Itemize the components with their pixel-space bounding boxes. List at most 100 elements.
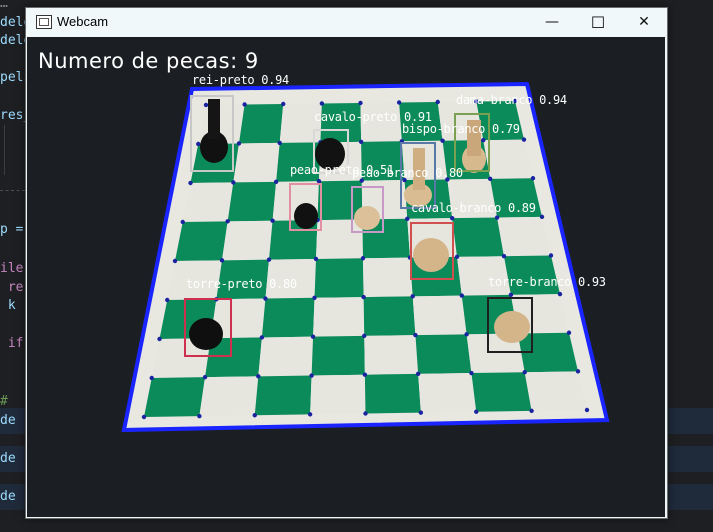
webcam-window[interactable]: Webcam — ☐ ✕ Numero de pecas: 9 rei-pret… (25, 7, 668, 519)
grid-corner-dot (454, 254, 460, 260)
code-line: de (0, 451, 16, 466)
piece-peao-preto (294, 203, 318, 229)
grid-corner-dot (522, 370, 527, 375)
board-square (524, 371, 587, 411)
grid-corner-dot (362, 372, 368, 377)
grid-corner-dot (225, 219, 230, 224)
board-square (415, 334, 472, 374)
close-icon: ✕ (638, 14, 650, 30)
close-button[interactable]: ✕ (621, 8, 667, 36)
grid-corner-dot (530, 176, 536, 181)
piece-rei-preto-body (208, 99, 220, 139)
board-square (310, 374, 366, 415)
maximize-button[interactable]: ☐ (575, 8, 621, 36)
board-square (363, 257, 413, 298)
detection-label: peao-branco 0.80 (352, 166, 463, 180)
grid-corner-dot (415, 371, 421, 377)
maximize-icon: ☐ (590, 12, 606, 32)
minimize-button[interactable]: — (529, 8, 575, 36)
grid-corner-dot (273, 179, 279, 185)
detection-label: rei-preto 0.94 (192, 73, 289, 87)
grid-corner-dot (197, 413, 202, 419)
board-square (364, 335, 419, 375)
grid-corner-dot (263, 296, 268, 301)
grid-corner-dot (469, 370, 474, 376)
grid-corner-dot (141, 414, 147, 420)
grid-corner-dot (203, 102, 209, 108)
grid-corner-dot (501, 253, 507, 259)
grid-corner-dot (157, 336, 162, 342)
piece-cavalo-branco (413, 238, 449, 272)
code-line: k (0, 298, 16, 313)
grid-corner-dot (481, 137, 486, 143)
grid-corner-dot (584, 407, 590, 413)
board-square (412, 295, 467, 336)
grid-corner-dot (487, 176, 493, 182)
detection-label: bispo-branco 0.79 (402, 122, 520, 136)
title-bar[interactable]: Webcam — ☐ ✕ (26, 8, 667, 36)
board-square (222, 220, 273, 261)
grid-corner-dot (277, 140, 282, 146)
grid-corner-dot (435, 99, 440, 105)
code-line: de (0, 413, 16, 428)
board-square (233, 142, 280, 183)
grid-corner-dot (410, 294, 415, 299)
code-line: de (0, 489, 16, 504)
window-title: Webcam (57, 14, 109, 29)
grid-corner-dot (539, 214, 545, 220)
grid-corner-dot (180, 219, 185, 225)
grid-corner-dot (440, 138, 445, 143)
board-square (199, 376, 259, 417)
code-comment: # (0, 394, 8, 409)
grid-corner-dot (566, 330, 572, 335)
grid-corner-dot (464, 332, 469, 337)
grid-corner-dot (521, 137, 527, 142)
grid-corner-dot (270, 218, 275, 223)
board-square (497, 216, 551, 257)
grid-corner-dot (548, 253, 554, 258)
detection-label: cavalo-branco 0.89 (411, 201, 536, 215)
grid-corner-dot (449, 215, 455, 221)
grid-corner-dot (363, 411, 368, 416)
grid-corner-dot (396, 100, 402, 105)
grid-corner-dot (259, 335, 265, 340)
board-square (313, 297, 365, 337)
grid-corner-dot (459, 293, 465, 298)
app-window-icon (36, 15, 52, 29)
grid-corner-dot (508, 292, 514, 298)
board-square (314, 258, 364, 298)
grid-corner-dot (358, 100, 363, 106)
grid-corner-dot (361, 294, 366, 300)
grid-corner-dot (557, 291, 563, 297)
grid-corner-dot (418, 410, 424, 415)
editor-tab-fragment: … (0, 0, 8, 11)
code-line: p = (0, 222, 24, 237)
camera-frame: Numero de pecas: 9 rei-preto 0.94 cavalo… (27, 37, 665, 517)
piece-peao-branco (354, 206, 380, 230)
detection-label: torre-preto 0.80 (186, 277, 297, 291)
grid-corner-dot (266, 257, 272, 262)
grid-corner-dot (319, 101, 325, 106)
board-square (364, 373, 421, 414)
grid-corner-dot (165, 297, 170, 303)
grid-corner-dot (316, 179, 322, 184)
grid-corner-dot (309, 373, 314, 378)
code-line: ile (0, 261, 24, 276)
grid-corner-dot (219, 258, 225, 263)
grid-corner-dot (281, 101, 286, 107)
section-divider (0, 190, 25, 191)
grid-corner-dot (256, 374, 261, 379)
grid-corner-dot (494, 215, 500, 220)
code-line: if (0, 336, 24, 351)
grid-corner-dot (252, 413, 257, 418)
grid-corner-dot (310, 334, 316, 339)
piece-torre-branco (494, 311, 530, 343)
grid-corner-dot (196, 141, 201, 147)
grid-corner-dot (474, 409, 479, 414)
detection-label: dama-branco 0.94 (456, 93, 567, 107)
grid-corner-dot (405, 216, 410, 221)
board-square (452, 217, 504, 257)
board-square (175, 221, 228, 261)
grid-corner-dot (172, 258, 178, 264)
grid-corner-dot (188, 180, 193, 186)
